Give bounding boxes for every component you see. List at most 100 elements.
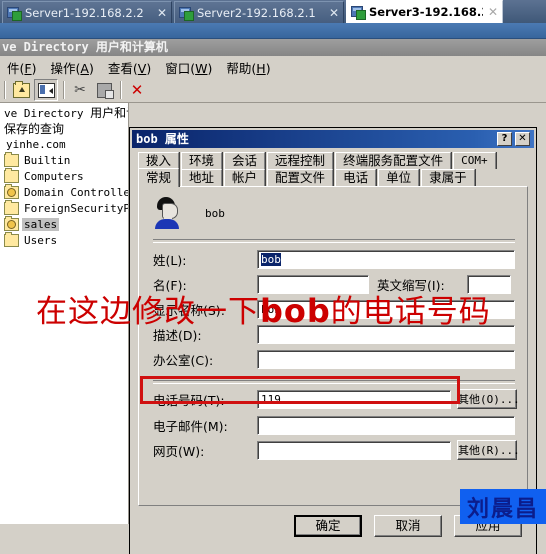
description-input[interactable] [257,325,515,344]
tree-node-domain-controllers[interactable]: Domain Controllers [0,183,128,200]
dialog-title-bar[interactable]: bob 属性 ? ✕ [132,130,534,148]
tab-terminal-services-profile[interactable]: 终端服务配置文件 [335,152,452,169]
first-name-input[interactable] [257,275,369,294]
server-icon [7,6,22,21]
up-one-level-button[interactable] [10,80,32,100]
description-row: 描述(D): [153,325,515,344]
divider [153,239,515,243]
tree-node-yinhe-com[interactable]: yinhe.com [0,136,128,152]
initials-row: 英文缩写(I): [377,275,511,294]
tab-sessions[interactable]: 会话 [224,152,266,169]
menu-file[interactable]: 件(F) [0,56,44,79]
copy-icon [96,82,114,99]
tab-account[interactable]: 帐户 [224,169,266,186]
tree-node-label: yinhe.com [6,137,66,151]
browser-tab-server2[interactable]: Server2-192.168.2.1 ✕ [174,1,344,23]
tab-general[interactable]: 常规 [138,168,180,187]
tab-telephones[interactable]: 电话 [335,169,377,186]
tree-node-users[interactable]: Users [0,231,128,248]
webpage-row: 网页(W): [153,441,451,460]
initials-input[interactable] [467,275,511,294]
tab-label: Server1-192.168.2.2 [25,5,144,20]
display-name-row: 显示名称(S): bob [153,300,515,319]
tab-label: Server2-192.168.2.1 [197,5,316,20]
tab-remote-control[interactable]: 远程控制 [267,152,334,169]
tab-organization[interactable]: 单位 [378,169,420,186]
display-name-input[interactable]: bob [257,300,515,319]
menu-view[interactable]: 查看(V) [101,56,158,79]
first-name-label: 名(F): [153,278,187,293]
office-row: 办公室(C): [153,350,515,369]
menu-action[interactable]: 操作(A) [44,56,101,79]
other-webpage-button[interactable]: 其他(R)... [457,440,520,460]
tab-member-of[interactable]: 隶属于 [421,169,475,186]
browser-tab-server1[interactable]: Server1-192.168.2.2 ✕ [2,1,172,23]
tree-node-computers[interactable]: Computers [0,167,128,184]
toolbar-separator [63,81,64,99]
ok-button[interactable]: 确定 [294,515,362,537]
user-name-text: bob [205,206,225,220]
menu-window[interactable]: 窗口(W) [158,56,219,79]
tree-node-label: Domain Controllers [24,185,128,199]
divider [153,380,515,384]
tree-node-label: Users [24,233,58,247]
browser-tab-strip: Server1-192.168.2.2 ✕ Server2-192.168.2.… [0,0,546,23]
app-title-cjk: 用户和计算机 [95,40,168,54]
tool-bar: ✂ ✕ [0,78,546,103]
telephone-input[interactable]: 119 [257,390,451,409]
tab-environment[interactable]: 环境 [181,152,223,169]
toolbar-separator [4,81,5,99]
ou-folder-icon [4,183,19,199]
console-tree-pane[interactable]: ve Directory 用户和计算机 保存的查询 yinhe.com Buil… [0,103,129,524]
delete-icon: ✕ [130,80,144,99]
mmc-application-window: ve Directory 用户和计算机 件(F) 操作(A) 查看(V) 窗口(… [0,39,546,554]
tab-close-icon[interactable]: ✕ [157,7,167,19]
copy-button[interactable] [93,80,115,100]
tab-profile[interactable]: 配置文件 [267,169,334,186]
dialog-tab-row-lower: 常规 地址 帐户 配置文件 电话 单位 隶属于 [138,168,477,187]
other-phone-button[interactable]: 其他(O)... [457,389,520,409]
server-icon [351,5,366,20]
tab-com-plus[interactable]: COM+ [453,152,496,169]
tree-node-label: Builtin [24,153,71,167]
last-name-row: 姓(L): bob [153,250,515,269]
tree-node-saved-queries[interactable]: 保存的查询 [0,120,128,136]
tab-close-icon[interactable]: ✕ [329,7,339,19]
dialog-help-button[interactable]: ? [497,132,512,146]
dialog-tab-row-upper: 拨入 环境 会话 远程控制 终端服务配置文件 COM+ [138,152,498,169]
tab-dial-in[interactable]: 拨入 [138,152,180,169]
dialog-close-button[interactable]: ✕ [515,132,530,146]
tree-node-builtin[interactable]: Builtin [0,151,128,168]
menu-bar: 件(F) 操作(A) 查看(V) 窗口(W) 帮助(H) [0,56,546,79]
browser-tab-server3[interactable]: Server3-192.168.3.3 ✕ [346,0,503,23]
dialog-title-ascii: bob [136,132,165,146]
cut-button[interactable]: ✂ [69,80,91,100]
user-avatar-icon [153,197,183,229]
menu-help[interactable]: 帮助(H) [219,56,277,79]
tab-address[interactable]: 地址 [181,169,223,186]
tree-node-root[interactable]: ve Directory 用户和计算机 [0,104,128,120]
last-name-input[interactable]: bob [257,250,515,269]
webpage-input[interactable] [257,441,451,460]
last-name-value: bob [261,253,281,266]
first-name-row: 名(F): [153,275,369,294]
tree-node-sales[interactable]: sales [0,215,128,232]
tab-close-icon[interactable]: ✕ [488,6,498,18]
dialog-title-cjk: 属性 [164,132,189,146]
cancel-button[interactable]: 取消 [374,515,442,537]
tree-node-foreignsecurityprincipals[interactable]: ForeignSecurityPrin [0,199,128,216]
email-input[interactable] [257,416,515,435]
general-tab-panel: bob 姓(L): bob 名(F): 英文缩写(I): 显示名称(S): bo… [138,186,528,506]
tree-node-label: 保存的查询 [4,121,65,136]
folder-icon [4,151,19,167]
description-label: 描述(D): [153,328,202,343]
office-input[interactable] [257,350,515,369]
show-hide-tree-button[interactable] [34,79,58,101]
user-header: bob [153,197,225,229]
delete-button[interactable]: ✕ [126,80,148,100]
up-one-level-icon [12,80,30,98]
tree-node-label-ascii: ve Directory [4,106,91,120]
cut-icon: ✂ [74,82,86,98]
folder-icon [4,199,19,215]
webpage-label: 网页(W): [153,444,205,459]
